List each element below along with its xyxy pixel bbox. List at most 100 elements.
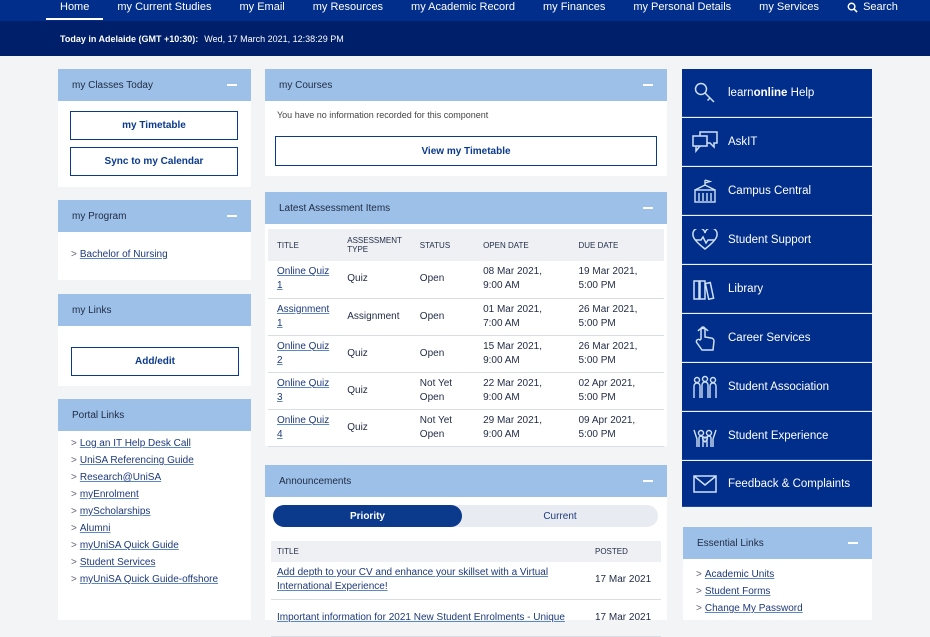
- service-feedback-complaints[interactable]: Feedback & Complaints: [682, 461, 872, 507]
- essential-link[interactable]: > Change My Password: [696, 603, 803, 614]
- table-row: Online Quiz 4 Quiz Not Yet Open 29 Mar 2…: [268, 409, 664, 447]
- portal-link[interactable]: > myEnrolment: [71, 489, 218, 500]
- portal-link[interactable]: > Log an IT Help Desk Call: [71, 438, 218, 449]
- nav-email[interactable]: my Email: [240, 0, 285, 21]
- program-link[interactable]: > Bachelor of Nursing: [71, 249, 168, 260]
- col-title[interactable]: TITLE: [268, 229, 339, 261]
- service-library[interactable]: Library: [682, 265, 872, 313]
- assessment-link[interactable]: Assignment 1: [277, 304, 329, 329]
- collapse-icon[interactable]: [643, 84, 653, 86]
- date-bar: Today in Adelaide (GMT +10:30): Wed, 17 …: [0, 21, 930, 56]
- courses-panel: my Courses You have no information recor…: [265, 69, 667, 176]
- assessment-open-date: 22 Mar 2021, 9:00 AM: [474, 372, 570, 410]
- assessment-open-date: 29 Mar 2021, 9:00 AM: [474, 409, 570, 447]
- nav-finances[interactable]: my Finances: [543, 0, 605, 21]
- nav-search-label: Search: [863, 1, 898, 13]
- assessment-link[interactable]: Online Quiz 4: [277, 415, 329, 440]
- courses-empty-message: You have no information recorded for thi…: [277, 110, 489, 120]
- assessment-status: Open: [410, 335, 475, 373]
- people-icon: [682, 375, 728, 399]
- portal-link[interactable]: > Alumni: [71, 523, 218, 534]
- nav-services[interactable]: my Services: [759, 0, 819, 21]
- links-header: my Links: [58, 294, 251, 326]
- assessment-open-date: 08 Mar 2021, 9:00 AM: [474, 261, 570, 299]
- collapse-icon[interactable]: [643, 480, 653, 482]
- col-status[interactable]: STATUS: [410, 229, 475, 261]
- announcement-link[interactable]: Important information for 2021 New Stude…: [277, 612, 565, 623]
- portal-links-header: Portal Links: [58, 399, 251, 431]
- date-label: Today in Adelaide (GMT +10:30):: [60, 33, 199, 44]
- service-label: AskIT: [728, 135, 758, 148]
- assessment-type: Quiz: [338, 372, 411, 410]
- essential-link[interactable]: > Academic Units: [696, 569, 803, 580]
- view-timetable-button[interactable]: View my Timetable: [275, 136, 657, 166]
- program-header: my Program: [58, 200, 251, 232]
- essential-links-list: > Academic Units > Student Forms > Change M…: [696, 569, 803, 620]
- service-askit[interactable]: AskIT: [682, 118, 872, 166]
- service-label: Student Association: [728, 380, 830, 393]
- service-student-support[interactable]: Student Support: [682, 216, 872, 264]
- service-student-association[interactable]: Student Association: [682, 363, 872, 411]
- portal-link[interactable]: > myUniSA Quick Guide-offshore: [71, 574, 218, 585]
- service-label: Student Support: [728, 233, 812, 246]
- assessment-link[interactable]: Online Quiz 2: [277, 341, 329, 366]
- col-open-date[interactable]: OPEN DATE: [474, 229, 570, 261]
- nav-academic-record[interactable]: my Academic Record: [411, 0, 515, 21]
- search-icon: [847, 2, 858, 13]
- essential-links-panel: Essential Links > Academic Units > Student…: [683, 527, 872, 620]
- service-label: Campus Central: [728, 184, 812, 197]
- program-title: my Program: [72, 210, 127, 222]
- portal-link[interactable]: > myScholarships: [71, 506, 218, 517]
- portal-link[interactable]: > Student Services: [71, 557, 218, 568]
- announcement-tabs: Priority Current: [273, 505, 658, 527]
- assessment-due-date: 26 Mar 2021, 5:00 PM: [569, 335, 664, 373]
- nav-home[interactable]: Home: [45, 0, 104, 21]
- chat-icon: [682, 130, 728, 153]
- portal-link[interactable]: > UniSA Referencing Guide: [71, 455, 218, 466]
- assessment-status: Open: [410, 298, 475, 336]
- assessment-type: Quiz: [338, 409, 411, 447]
- announcement-link[interactable]: Add depth to your CV and enhance your sk…: [277, 567, 548, 592]
- portal-link[interactable]: > Research@UniSA: [71, 472, 218, 483]
- collapse-icon[interactable]: [227, 215, 237, 217]
- nav-search[interactable]: Search: [847, 0, 898, 21]
- nav-personal-details[interactable]: my Personal Details: [633, 0, 731, 21]
- service-campus-central[interactable]: Campus Central: [682, 167, 872, 215]
- collapse-icon[interactable]: [848, 542, 858, 544]
- col-type[interactable]: ASSESSMENT TYPE: [338, 229, 411, 261]
- links-title: my Links: [72, 304, 112, 316]
- service-label: Career Services: [728, 331, 811, 344]
- heart-pulse-icon: [682, 228, 728, 251]
- assessment-due-date: 26 Mar 2021, 5:00 PM: [569, 298, 664, 336]
- tab-current[interactable]: Current: [462, 505, 658, 527]
- assessment-type: Quiz: [338, 261, 411, 299]
- announcements-table: TITLE POSTED Add depth to your CV and en…: [271, 541, 661, 637]
- table-row: Online Quiz 2 Quiz Open 15 Mar 2021, 9:0…: [268, 335, 664, 373]
- portal-links-panel: Portal Links > Log an IT Help Desk Call >…: [58, 399, 251, 620]
- collapse-icon[interactable]: [227, 84, 237, 86]
- tab-priority[interactable]: Priority: [273, 505, 462, 527]
- announcements-header: Announcements: [265, 465, 667, 497]
- service-label: Student Experience: [728, 429, 829, 442]
- add-edit-button[interactable]: Add/edit: [71, 347, 239, 376]
- assessment-link[interactable]: Online Quiz 3: [277, 378, 329, 403]
- essential-links-title: Essential Links: [697, 537, 764, 549]
- collapse-icon[interactable]: [643, 207, 653, 209]
- col-due-date[interactable]: DUE DATE: [569, 229, 664, 261]
- nav-resources[interactable]: my Resources: [313, 0, 383, 21]
- col-title[interactable]: TITLE: [271, 541, 589, 562]
- timetable-button[interactable]: my Timetable: [70, 111, 238, 140]
- announcements-panel: Announcements Priority Current TITLE POS…: [265, 465, 667, 637]
- courses-title: my Courses: [279, 79, 333, 91]
- assessment-due-date: 09 Apr 2021, 5:00 PM: [569, 409, 664, 447]
- service-student-experience[interactable]: Student Experience: [682, 412, 872, 460]
- announcements-title: Announcements: [279, 475, 352, 487]
- assessment-link[interactable]: Online Quiz 1: [277, 266, 329, 291]
- sync-calendar-button[interactable]: Sync to my Calendar: [70, 147, 238, 176]
- service-career-services[interactable]: Career Services: [682, 314, 872, 362]
- nav-current-studies[interactable]: my Current Studies: [117, 0, 211, 21]
- service-learnonline-help[interactable]: learnonline Help: [682, 69, 872, 117]
- essential-link[interactable]: > Student Forms: [696, 586, 803, 597]
- portal-link[interactable]: > myUniSA Quick Guide: [71, 540, 218, 551]
- col-posted[interactable]: POSTED: [589, 541, 661, 562]
